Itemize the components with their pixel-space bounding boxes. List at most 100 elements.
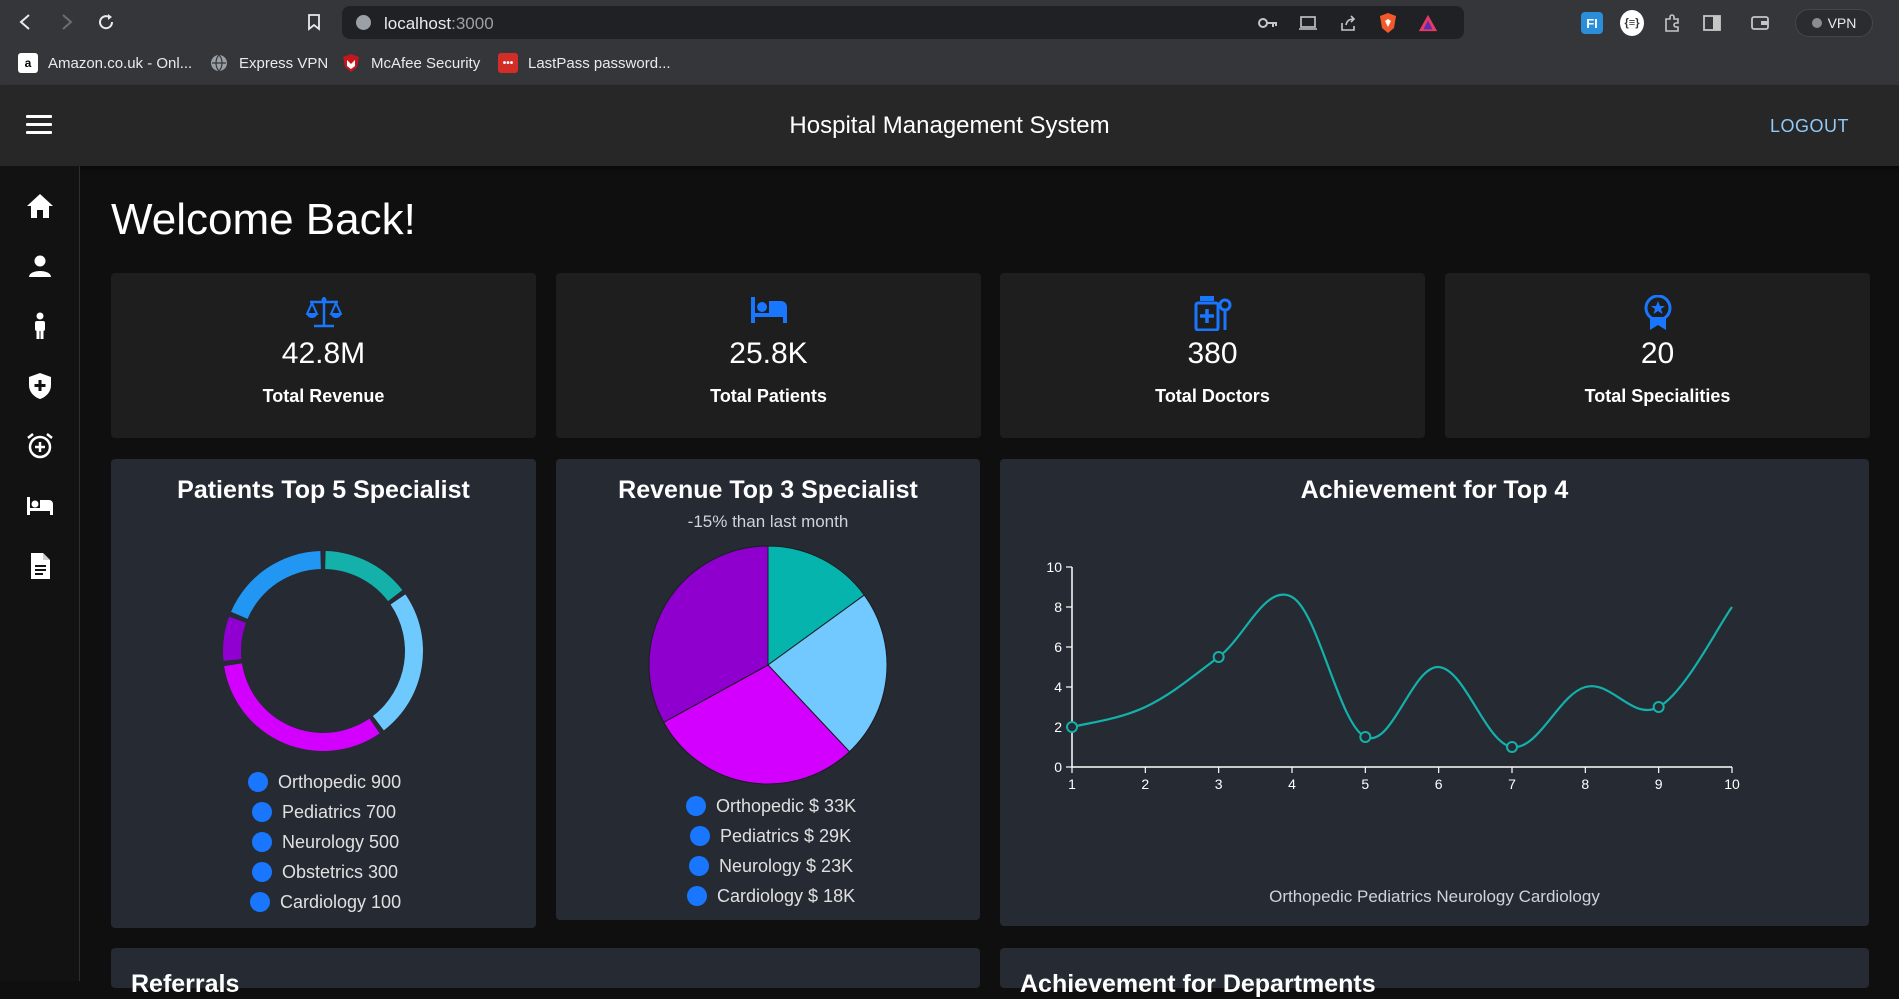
department-achievement-card: Achievement for Departments (1000, 948, 1869, 998)
chart-title: Achievement for Top 4 (1300, 476, 1569, 504)
balance-scale-icon (111, 295, 536, 331)
legend-item: Pediatrics $ 29K (690, 824, 851, 848)
chart-title: Revenue Top 3 Specialist (618, 476, 918, 504)
key-icon[interactable] (1258, 13, 1278, 33)
bookmark-amazon[interactable]: a Amazon.co.uk - Onl... (18, 53, 192, 73)
x-tick-label: 4 (1288, 776, 1296, 792)
legend-label: Cardiology $ 18K (717, 885, 856, 906)
hotel-bed-icon (556, 295, 981, 331)
bookmark-label: LastPass password... (528, 54, 671, 72)
x-tick-label: 10 (1724, 776, 1740, 792)
document-icon[interactable] (26, 552, 54, 580)
x-tick-label: 2 (1141, 776, 1149, 792)
legend-label: Orthopedic 900 (278, 771, 402, 792)
cast-icon[interactable] (1298, 13, 1318, 33)
alarm-add-icon[interactable] (26, 432, 54, 460)
vpn-button[interactable]: VPN (1795, 9, 1873, 37)
donut-slice (372, 594, 423, 731)
stat-value: 20 (1640, 337, 1675, 370)
brave-rewards-icon[interactable] (1418, 13, 1438, 33)
app-title: Hospital Management System (789, 112, 1110, 139)
reload-icon[interactable] (92, 8, 120, 36)
home-icon[interactable] (26, 192, 54, 220)
lastpass-icon: ••• (498, 53, 518, 73)
data-point[interactable] (1652, 701, 1665, 713)
brave-shield-icon[interactable] (1378, 13, 1398, 33)
patients-donut-chart (223, 551, 423, 751)
x-tick-label: 1 (1068, 776, 1076, 792)
data-point[interactable] (1212, 651, 1225, 663)
legend-dot (690, 826, 710, 846)
x-tick-label: 8 (1581, 776, 1589, 792)
x-tick-label: 9 (1655, 776, 1663, 792)
logout-button[interactable]: LOGOUT (1770, 116, 1849, 137)
data-point[interactable] (1359, 731, 1372, 743)
shield-plus-icon[interactable] (26, 372, 54, 400)
bookmark-expressvpn[interactable]: Express VPN (209, 53, 328, 73)
donut-slice (325, 551, 403, 602)
bookmark-mcafee[interactable]: McAfee Security (341, 53, 480, 73)
medical-kit-icon (1000, 295, 1425, 331)
y-tick-label: 2 (1054, 719, 1062, 735)
forward-icon[interactable] (52, 8, 80, 36)
legend-item: Obstetrics 300 (252, 860, 398, 884)
amazon-icon: a (18, 53, 38, 73)
legend-dot (248, 772, 268, 792)
patients-chart-card: Patients Top 5 Specialist Orthopedic 900… (111, 459, 536, 928)
y-tick-label: 6 (1054, 639, 1062, 655)
stat-label: Total Patients (710, 386, 827, 406)
y-tick-label: 10 (1046, 559, 1062, 575)
y-tick-label: 8 (1054, 599, 1062, 615)
stat-label: Total Specialities (1584, 386, 1731, 406)
legend-item: Orthopedic 900 (248, 770, 401, 794)
x-tick-label: 5 (1361, 776, 1369, 792)
patient-icon[interactable] (26, 312, 54, 340)
legend-item: Neurology 500 (252, 830, 399, 854)
bookmark-label: Express VPN (239, 54, 329, 72)
legend-dot (250, 892, 270, 912)
stat-label: Total Doctors (1155, 386, 1270, 406)
bed-icon[interactable] (26, 492, 54, 520)
app-header: Hospital Management System LOGOUT (0, 86, 1899, 166)
globe-icon (209, 53, 229, 73)
back-icon[interactable] (12, 8, 40, 36)
series-line (1071, 593, 1733, 749)
sidebar (0, 166, 80, 981)
bookmark-icon[interactable] (300, 8, 328, 36)
x-axis-label: Orthopedic Pediatrics Neurology Cardiolo… (1269, 887, 1600, 906)
legend-item: Neurology $ 23K (689, 854, 853, 878)
wallet-icon[interactable] (1748, 11, 1772, 35)
vpn-label: VPN (1827, 15, 1857, 31)
vpn-status-icon (1811, 18, 1822, 28)
fi-extension-icon[interactable]: FI (1580, 11, 1604, 35)
sidebar-toggle-icon[interactable] (1700, 11, 1724, 35)
x-tick-label: 7 (1508, 776, 1516, 792)
address-bar[interactable]: localhost:3000 (342, 6, 1464, 39)
referrals-card: Referrals (111, 948, 980, 998)
y-tick-label: 4 (1054, 679, 1062, 695)
legend-label: Pediatrics 700 (282, 801, 397, 822)
legend-dot (686, 796, 706, 816)
data-point[interactable] (1066, 721, 1078, 733)
welcome-heading: Welcome Back! (111, 195, 416, 244)
donut-slice (224, 663, 380, 751)
site-info-icon[interactable] (356, 15, 371, 30)
legend-label: Orthopedic $ 33K (716, 795, 857, 816)
legend-dot (252, 832, 272, 852)
legend-label: Pediatrics $ 29K (720, 825, 852, 846)
y-tick-label: 0 (1054, 759, 1062, 775)
revenue-chart-card: Revenue Top 3 Specialist -15% than last … (556, 459, 980, 920)
person-icon[interactable] (26, 252, 54, 280)
legend-dot (687, 886, 707, 906)
data-point[interactable] (1506, 741, 1518, 753)
extensions-puzzle-icon[interactable] (1660, 11, 1684, 35)
stat-value: 42.8M (281, 337, 366, 370)
achievement-chart-card: Achievement for Top 4 0 2 4 6 8 10 1 2 3 4 5 6 7 8 9 10… (1000, 459, 1869, 926)
legend-item: Pediatrics 700 (252, 800, 396, 824)
revenue-pie-chart (648, 545, 888, 785)
share-icon[interactable] (1338, 13, 1358, 33)
json-extension-icon[interactable]: {≡} (1620, 10, 1644, 36)
legend-dot (252, 862, 272, 882)
bookmark-lastpass[interactable]: ••• LastPass password... (498, 53, 671, 73)
legend-item: Cardiology $ 18K (687, 884, 855, 908)
